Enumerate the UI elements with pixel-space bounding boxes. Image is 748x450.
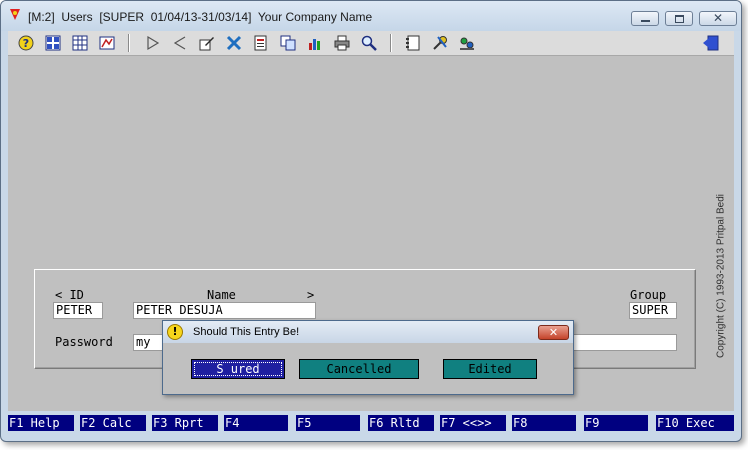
cancelled-button[interactable]: Cancelled — [299, 359, 419, 379]
delete-icon[interactable] — [225, 34, 243, 52]
group-field[interactable]: SUPER — [629, 302, 677, 319]
edit-icon[interactable] — [198, 34, 216, 52]
password-field[interactable]: my — [133, 334, 163, 351]
grid-icon[interactable] — [44, 34, 62, 52]
id-field[interactable]: PETER — [53, 302, 103, 319]
report-icon[interactable] — [98, 34, 116, 52]
close-button[interactable]: ✕ — [699, 11, 737, 26]
id-label[interactable]: < ID — [55, 288, 84, 302]
table-icon[interactable] — [71, 34, 89, 52]
toolbar: ? — [8, 31, 734, 56]
name-label: Name — [207, 288, 236, 302]
warning-icon: ! — [167, 324, 183, 340]
dialog-title-bar[interactable]: ! Should This Entry Be! ✕ — [163, 321, 573, 343]
minimize-button[interactable] — [631, 11, 659, 26]
dialog-close-button[interactable]: ✕ — [538, 325, 569, 340]
dialog-title: Should This Entry Be! — [193, 326, 300, 338]
confirm-dialog: ! Should This Entry Be! ✕ S ured Cancell… — [162, 320, 574, 395]
next-record-arrow[interactable]: > — [307, 288, 314, 302]
help-icon[interactable]: ? — [17, 34, 35, 52]
password-label: Password — [55, 335, 113, 349]
tools-icon[interactable] — [431, 34, 449, 52]
copyright-notice: Copyright (C) 1993-2013 Pritpal Bedi — [714, 181, 728, 371]
fkey-f8[interactable]: F8 — [512, 415, 576, 431]
next-icon[interactable] — [144, 34, 162, 52]
close-icon: ✕ — [712, 11, 724, 25]
fkey-f2-calc[interactable]: F2 Calc — [80, 415, 146, 431]
fkey-f5[interactable]: F5 — [296, 415, 360, 431]
fkey-f10-exec[interactable]: F10 Exec — [656, 415, 734, 431]
exit-icon[interactable] — [702, 34, 720, 52]
maximize-button[interactable] — [665, 11, 693, 26]
app-logo-icon[interactable] — [10, 9, 20, 20]
sure-button[interactable]: S ured — [191, 359, 285, 379]
print-icon[interactable] — [333, 34, 351, 52]
previous-icon[interactable] — [171, 34, 189, 52]
chart-icon[interactable] — [306, 34, 324, 52]
fkey-f4[interactable]: F4 — [224, 415, 288, 431]
toolbar-separator — [390, 34, 392, 52]
new-icon[interactable] — [252, 34, 270, 52]
title-bar[interactable]: [M:2] Users [SUPER 01/04/13-31/03/14] Yo… — [1, 1, 741, 31]
copyright-text: Copyright (C) 1993-2013 Pritpal Bedi — [715, 194, 727, 358]
app-window: [M:2] Users [SUPER 01/04/13-31/03/14] Yo… — [0, 0, 742, 442]
fkey-f1-help[interactable]: F1 Help — [8, 415, 74, 431]
search-icon[interactable] — [360, 34, 378, 52]
edited-button[interactable]: Edited — [443, 359, 537, 379]
fkey-f3-report[interactable]: F3 Rprt — [152, 415, 218, 431]
svg-text:?: ? — [23, 37, 29, 50]
fkey-f7-nav[interactable]: F7 <<>> — [440, 415, 506, 431]
group-label: Group — [630, 288, 667, 302]
notes-icon[interactable] — [404, 34, 422, 52]
settings-icon[interactable] — [458, 34, 476, 52]
toolbar-separator — [128, 34, 130, 52]
copy-icon[interactable] — [279, 34, 297, 52]
name-field[interactable]: PETER DESUJA — [133, 302, 316, 319]
function-key-bar: F1 Help F2 Calc F3 Rprt F4 F5 F6 Rltd F7… — [8, 415, 734, 431]
window-title: [M:2] Users [SUPER 01/04/13-31/03/14] Yo… — [28, 10, 373, 24]
fkey-f6-related[interactable]: F6 Rltd — [368, 415, 434, 431]
password-confirm-field[interactable] — [571, 334, 677, 351]
fkey-f9[interactable]: F9 — [584, 415, 648, 431]
